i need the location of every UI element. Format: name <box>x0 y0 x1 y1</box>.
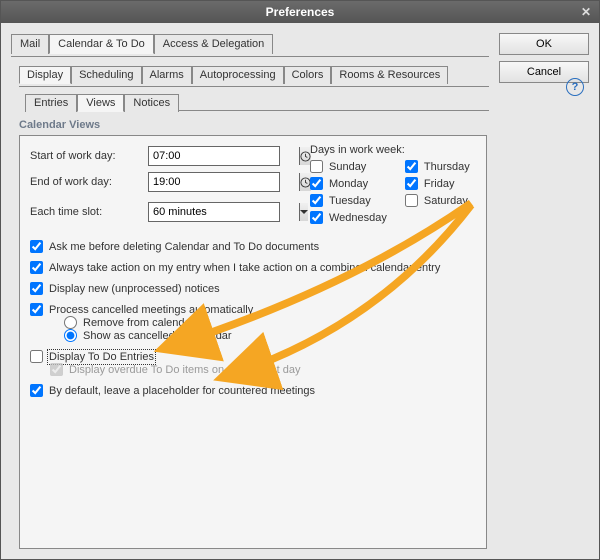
tab-entries[interactable]: Entries <box>25 94 77 112</box>
opt-ask-delete[interactable]: Ask me before deleting Calendar and To D… <box>30 240 476 253</box>
opt-display-overdue-checkbox <box>50 363 63 376</box>
day-sunday[interactable]: Sunday <box>310 160 387 173</box>
day-wednesday-checkbox[interactable] <box>310 211 323 224</box>
tab-calendar[interactable]: Calendar & To Do <box>49 34 154 54</box>
opt-placeholder[interactable]: By default, leave a placeholder for coun… <box>30 384 476 397</box>
start-time-field[interactable] <box>148 146 280 166</box>
opt-always-action[interactable]: Always take action on my entry when I ta… <box>30 261 476 274</box>
tabs-mid: Display Scheduling Alarms Autoprocessing… <box>19 65 489 83</box>
day-sunday-checkbox[interactable] <box>310 160 323 173</box>
radio-show-cancelled[interactable]: Show as cancelled in calendar <box>64 329 476 342</box>
titlebar: Preferences ✕ <box>1 1 599 23</box>
tab-scheduling[interactable]: Scheduling <box>71 66 141 84</box>
day-tuesday[interactable]: Tuesday <box>310 194 387 207</box>
day-wednesday[interactable]: Wednesday <box>310 211 387 224</box>
day-friday-checkbox[interactable] <box>405 177 418 190</box>
window-title: Preferences <box>266 5 335 19</box>
tab-mail[interactable]: Mail <box>11 34 49 54</box>
opt-process-cancelled[interactable]: Process cancelled meetings automatically <box>30 303 476 316</box>
opt-process-cancelled-checkbox[interactable] <box>30 303 43 316</box>
end-time-field[interactable] <box>148 172 280 192</box>
tab-rooms[interactable]: Rooms & Resources <box>331 66 448 84</box>
days-in-work-week: Days in work week: Sunday Thursday Monda… <box>310 144 470 224</box>
day-saturday-checkbox[interactable] <box>405 194 418 207</box>
start-time-input[interactable] <box>149 148 299 164</box>
opt-ask-delete-checkbox[interactable] <box>30 240 43 253</box>
chevron-down-icon[interactable] <box>299 203 308 221</box>
opt-display-overdue: Display overdue To Do items on the curre… <box>50 363 476 376</box>
tab-notices[interactable]: Notices <box>124 94 179 112</box>
opt-display-todo-checkbox[interactable] <box>30 350 43 363</box>
day-monday[interactable]: Monday <box>310 177 387 190</box>
tabs-inner: Entries Views Notices <box>25 93 489 111</box>
section-title: Calendar Views <box>19 119 489 131</box>
radio-remove-input[interactable] <box>64 316 77 329</box>
day-thursday-checkbox[interactable] <box>405 160 418 173</box>
label-days: Days in work week: <box>310 144 470 156</box>
day-saturday[interactable]: Saturday <box>405 194 470 207</box>
radio-remove[interactable]: Remove from calendar <box>64 316 476 329</box>
opt-placeholder-checkbox[interactable] <box>30 384 43 397</box>
close-icon[interactable]: ✕ <box>579 5 593 19</box>
opt-always-action-checkbox[interactable] <box>30 261 43 274</box>
day-monday-checkbox[interactable] <box>310 177 323 190</box>
opt-display-todo[interactable]: Display To Do Entries <box>30 350 476 363</box>
tab-access[interactable]: Access & Delegation <box>154 34 274 54</box>
opt-display-new[interactable]: Display new (unprocessed) notices <box>30 282 476 295</box>
label-start: Start of work day: <box>30 150 140 162</box>
label-slot: Each time slot: <box>30 206 140 218</box>
day-friday[interactable]: Friday <box>405 177 470 190</box>
tab-views[interactable]: Views <box>77 94 124 112</box>
opt-display-new-checkbox[interactable] <box>30 282 43 295</box>
label-end: End of work day: <box>30 176 140 188</box>
help-icon[interactable]: ? <box>566 78 584 96</box>
calendar-views-panel: Start of work day: End of work day: <box>19 135 487 549</box>
radio-show-cancelled-input[interactable] <box>64 329 77 342</box>
tab-autoprocessing[interactable]: Autoprocessing <box>192 66 284 84</box>
timeslot-select[interactable] <box>148 202 280 222</box>
tab-colors[interactable]: Colors <box>284 66 332 84</box>
ok-button[interactable]: OK <box>499 33 589 55</box>
day-tuesday-checkbox[interactable] <box>310 194 323 207</box>
tab-alarms[interactable]: Alarms <box>142 66 192 84</box>
day-thursday[interactable]: Thursday <box>405 160 470 173</box>
preferences-window: Preferences ✕ ? Mail Calendar & To Do Ac… <box>0 0 600 560</box>
end-time-input[interactable] <box>149 174 299 190</box>
tab-display[interactable]: Display <box>19 66 71 84</box>
timeslot-input[interactable] <box>149 204 299 220</box>
tabs-top: Mail Calendar & To Do Access & Delegatio… <box>11 33 489 53</box>
